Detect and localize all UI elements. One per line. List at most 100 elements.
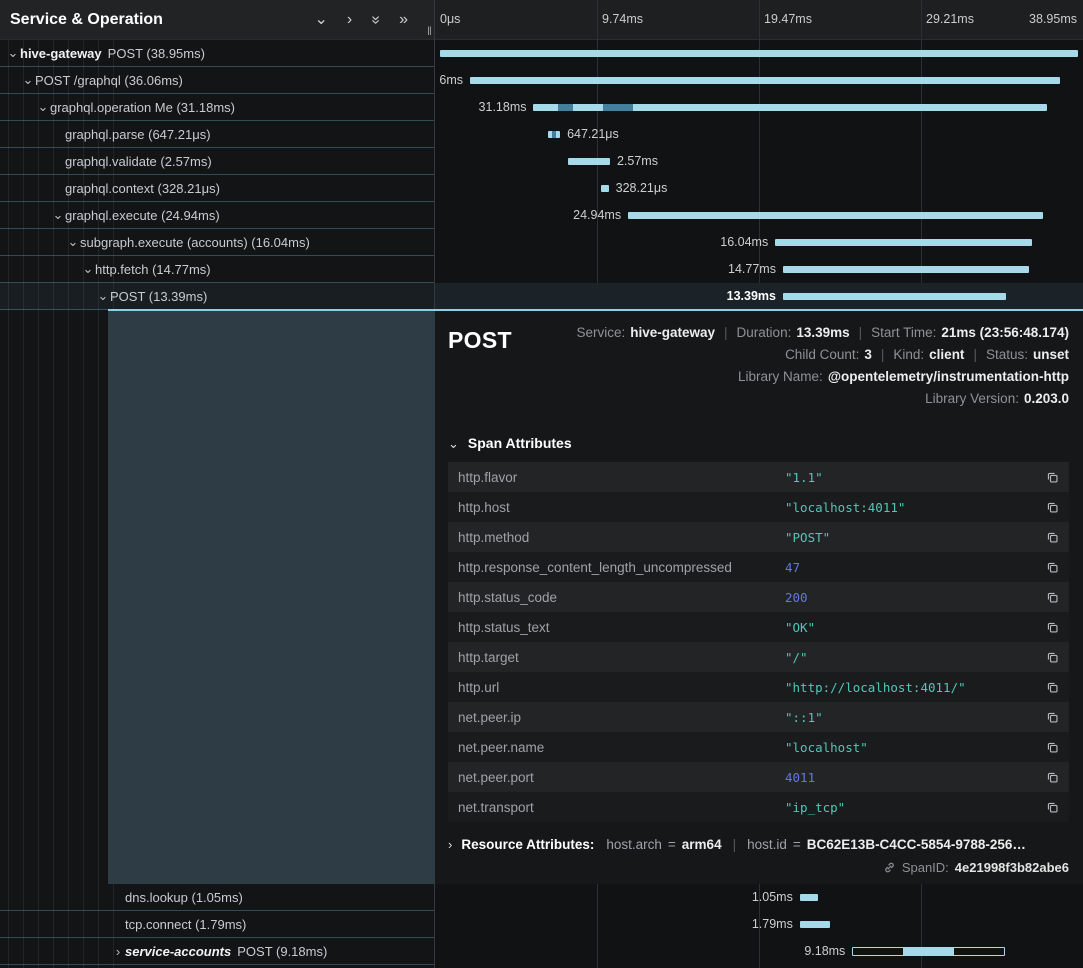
timeline-panel: 0μs9.74ms19.47ms29.21ms38.95ms 6ms31.18m… bbox=[435, 0, 1083, 968]
timeline-row[interactable]: 647.21μs bbox=[435, 121, 1083, 148]
span-bar[interactable] bbox=[852, 947, 1005, 956]
copy-icon[interactable] bbox=[1039, 621, 1059, 634]
meta-value: hive-gateway bbox=[630, 325, 715, 340]
span-label: graphql.parse (647.21μs) bbox=[65, 127, 211, 142]
duration-label: 2.57ms bbox=[610, 154, 658, 168]
timeline-row[interactable]: 1.05ms bbox=[435, 884, 1083, 911]
copy-icon[interactable] bbox=[1039, 711, 1059, 724]
chevron-down-icon[interactable]: ⌄ bbox=[314, 12, 327, 28]
attribute-key: net.peer.port bbox=[458, 770, 785, 785]
meta-value: 13.39ms bbox=[796, 325, 849, 340]
copy-icon[interactable] bbox=[1039, 801, 1059, 814]
timeline-row[interactable]: 328.21μs bbox=[435, 175, 1083, 202]
column-resizer-handle[interactable]: ‖ bbox=[427, 24, 432, 38]
span-bar[interactable] bbox=[783, 266, 1029, 273]
copy-icon[interactable] bbox=[1039, 651, 1059, 664]
timeline-row[interactable]: 16.04ms bbox=[435, 229, 1083, 256]
tree-row[interactable]: ⌄graphql.operation Me (31.18ms) bbox=[0, 94, 434, 121]
timeline-row[interactable] bbox=[435, 40, 1083, 67]
copy-icon[interactable] bbox=[1039, 741, 1059, 754]
span-bar[interactable] bbox=[783, 293, 1006, 300]
span-meta: Service:hive-gateway|Duration:13.39ms|St… bbox=[512, 322, 1069, 410]
copy-icon[interactable] bbox=[1039, 531, 1059, 544]
tree-row[interactable]: graphql.context (328.21μs) bbox=[0, 175, 434, 202]
copy-icon[interactable] bbox=[1039, 681, 1059, 694]
span-bar[interactable] bbox=[470, 77, 1060, 84]
tree-row[interactable]: graphql.validate (2.57ms) bbox=[0, 148, 434, 175]
timeline-row[interactable]: 14.77ms bbox=[435, 256, 1083, 283]
tree-row[interactable]: ⌄http.fetch (14.77ms) bbox=[0, 256, 434, 283]
chevron-down-icon[interactable]: ⌄ bbox=[36, 99, 50, 115]
timeline-row[interactable]: 2.57ms bbox=[435, 148, 1083, 175]
double-chevron-down-icon[interactable]: » bbox=[368, 15, 384, 24]
span-bar[interactable] bbox=[775, 239, 1032, 246]
timeline-row[interactable]: 6ms bbox=[435, 67, 1083, 94]
chevron-down-icon[interactable]: ⌄ bbox=[81, 261, 95, 277]
timeline-row[interactable]: 9.18ms bbox=[435, 938, 1083, 965]
chevron-down-icon[interactable]: ⌄ bbox=[96, 288, 110, 304]
span-bar[interactable] bbox=[440, 50, 1078, 57]
attribute-row: net.peer.port4011 bbox=[448, 762, 1069, 792]
separator: | bbox=[724, 325, 728, 340]
span-label: POST (9.18ms) bbox=[237, 944, 327, 959]
tree-row[interactable]: ⌄POST /graphql (36.06ms) bbox=[0, 67, 434, 94]
attribute-row: net.peer.ip"::1" bbox=[448, 702, 1069, 732]
span-bar[interactable] bbox=[568, 158, 610, 165]
attribute-key: http.method bbox=[458, 530, 785, 545]
chevron-down-icon[interactable]: ⌄ bbox=[21, 72, 35, 88]
tree-row[interactable]: ⌄hive-gatewayPOST (38.95ms) bbox=[0, 40, 434, 67]
copy-icon[interactable] bbox=[1039, 561, 1059, 574]
tree-row[interactable]: graphql.parse (647.21μs) bbox=[0, 121, 434, 148]
timeline-row[interactable]: 13.39ms bbox=[435, 283, 1083, 310]
double-chevron-right-icon[interactable]: » bbox=[399, 12, 408, 28]
meta-line: Service:hive-gateway|Duration:13.39ms|St… bbox=[576, 322, 1069, 344]
copy-icon[interactable] bbox=[1039, 591, 1059, 604]
meta-label: Service: bbox=[576, 325, 625, 340]
span-label: subgraph.execute (accounts) (16.04ms) bbox=[80, 235, 310, 250]
copy-icon[interactable] bbox=[1039, 771, 1059, 784]
span-bar[interactable] bbox=[601, 185, 609, 192]
span-id-value: 4e21998f3b82abe6 bbox=[955, 860, 1069, 875]
tree-row[interactable]: ⌄subgraph.execute (accounts) (16.04ms) bbox=[0, 229, 434, 256]
attribute-value: "1.1" bbox=[785, 470, 1039, 485]
attribute-row: http.flavor"1.1" bbox=[448, 462, 1069, 492]
span-label: graphql.execute (24.94ms) bbox=[65, 208, 220, 223]
span-attributes-toggle[interactable]: ⌄Span Attributes bbox=[448, 435, 1069, 452]
attribute-row: http.url"http://localhost:4011/" bbox=[448, 672, 1069, 702]
duration-label: 31.18ms bbox=[479, 100, 534, 114]
timeline-row[interactable]: 31.18ms bbox=[435, 94, 1083, 121]
span-bar[interactable] bbox=[800, 894, 818, 901]
copy-icon[interactable] bbox=[1039, 501, 1059, 514]
timeline-row[interactable]: 1.79ms bbox=[435, 911, 1083, 938]
chevron-down-icon[interactable]: ⌄ bbox=[6, 45, 20, 61]
tree-row[interactable]: dns.lookup (1.05ms) bbox=[0, 884, 434, 911]
link-icon[interactable] bbox=[883, 861, 896, 874]
tree-row[interactable]: ›service-accounts POST (9.18ms) bbox=[0, 938, 434, 965]
chevron-right-icon[interactable]: › bbox=[347, 12, 352, 28]
tree-row[interactable]: tcp.connect (1.79ms) bbox=[0, 911, 434, 938]
tick-label: 38.95ms bbox=[1029, 12, 1077, 26]
tree-row[interactable]: ⌄POST (13.39ms) bbox=[0, 283, 434, 310]
copy-icon[interactable] bbox=[1039, 471, 1059, 484]
resource-attributes-toggle[interactable]: › Resource Attributes: host.arch=arm64|h… bbox=[448, 837, 1069, 852]
chevron-right-icon[interactable]: › bbox=[111, 944, 125, 959]
chevron-down-icon[interactable]: ⌄ bbox=[51, 207, 65, 223]
chevron-down-icon[interactable]: ⌄ bbox=[66, 234, 80, 250]
span-bar-dark-segment bbox=[603, 104, 633, 111]
service-name: service-accounts bbox=[125, 944, 231, 959]
attribute-key: http.url bbox=[458, 680, 785, 695]
duration-label: 1.79ms bbox=[752, 917, 800, 931]
resource-value: arm64 bbox=[682, 837, 722, 852]
tree-row[interactable]: ⌄graphql.execute (24.94ms) bbox=[0, 202, 434, 229]
span-bar[interactable] bbox=[628, 212, 1043, 219]
attribute-key: net.peer.ip bbox=[458, 710, 785, 725]
attribute-key: http.status_code bbox=[458, 590, 785, 605]
span-bar[interactable] bbox=[800, 921, 830, 928]
attribute-key: net.peer.name bbox=[458, 740, 785, 755]
duration-label: 24.94ms bbox=[573, 208, 628, 222]
chevron-right-icon: › bbox=[448, 837, 452, 852]
span-label: tcp.connect (1.79ms) bbox=[125, 917, 246, 932]
separator: | bbox=[973, 347, 977, 362]
timeline-row[interactable]: 24.94ms bbox=[435, 202, 1083, 229]
attribute-value: "http://localhost:4011/" bbox=[785, 680, 1039, 695]
